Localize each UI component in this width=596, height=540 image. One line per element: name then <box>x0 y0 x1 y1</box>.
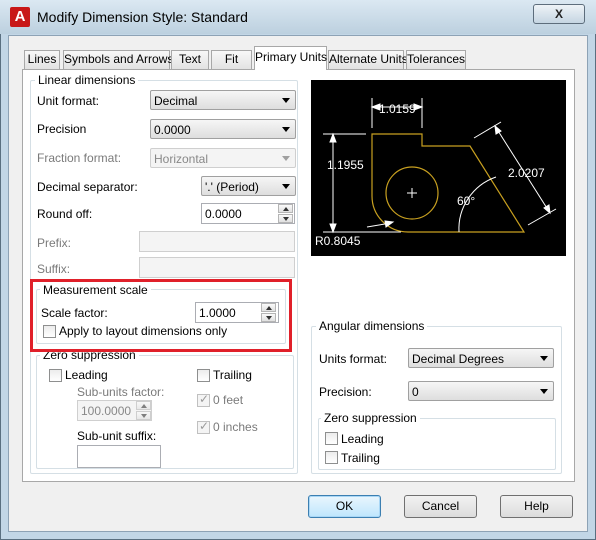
precision-value: 0.0000 <box>154 123 191 137</box>
spin-down-icon[interactable] <box>136 411 151 420</box>
angular-dimensions-label: Angular dimensions <box>316 319 428 333</box>
tab-fit[interactable]: Fit <box>211 50 252 69</box>
unit-format-label: Unit format: <box>37 94 100 108</box>
leading-label: Leading <box>65 368 108 382</box>
prefix-label: Prefix: <box>37 236 72 250</box>
dimension-preview: 1.0159 1.1955 2.0207 60° R0.8045 <box>311 80 566 256</box>
unit-format-dropdown[interactable]: Decimal <box>150 90 296 110</box>
spin-up-icon[interactable] <box>136 401 151 410</box>
chevron-down-icon <box>282 127 290 132</box>
radius-text: R0.8045 <box>315 234 361 248</box>
tab-symbols-and-arrows[interactable]: Symbols and Arrows <box>63 50 173 69</box>
round-off-label: Round off: <box>37 207 93 221</box>
angular-zero-suppression-label: Zero suppression <box>321 411 420 425</box>
checkmark-icon: ✓ <box>199 419 210 433</box>
angular-units-format-value: Decimal Degrees <box>412 352 505 366</box>
dimension-text-left: 1.1955 <box>327 158 364 172</box>
chevron-down-icon <box>282 184 290 189</box>
autocad-logo-icon: A <box>10 7 30 27</box>
angular-leading-label: Leading <box>341 432 384 446</box>
help-button[interactable]: Help <box>500 495 573 518</box>
checkmark-icon: ✓ <box>199 392 210 406</box>
tab-tolerances[interactable]: Tolerances <box>406 50 466 69</box>
zero-inches-label: 0 inches <box>213 420 258 434</box>
fraction-format-label: Fraction format: <box>37 151 122 165</box>
arrowhead <box>543 204 551 215</box>
window-title: Modify Dimension Style: Standard <box>37 9 248 25</box>
chevron-down-icon <box>540 389 548 394</box>
arrowhead <box>329 223 337 234</box>
cancel-button[interactable]: Cancel <box>404 495 477 518</box>
tab-primary-units[interactable]: Primary Units <box>254 46 327 70</box>
zero-feet-checkbox[interactable]: ✓ <box>197 392 210 407</box>
angular-units-format-dropdown[interactable]: Decimal Degrees <box>408 348 554 368</box>
angular-units-format-label: Units format: <box>319 352 388 366</box>
precision-label: Precision <box>37 122 87 136</box>
round-off-value: 0.0000 <box>205 207 242 221</box>
sub-unit-suffix-input[interactable] <box>77 445 161 468</box>
dimension-text-right: 2.0207 <box>508 166 545 180</box>
prefix-input[interactable] <box>139 231 295 252</box>
arrowhead <box>329 132 337 143</box>
ok-button[interactable]: OK <box>308 495 381 518</box>
unit-format-value: Decimal <box>154 94 198 108</box>
sub-units-factor-value: 100.0000 <box>81 404 132 418</box>
spin-up-icon[interactable] <box>278 204 293 213</box>
angular-precision-value: 0 <box>412 385 419 399</box>
suffix-label: Suffix: <box>37 262 71 276</box>
precision-dropdown[interactable]: 0.0000 <box>150 119 296 139</box>
chevron-down-icon <box>540 356 548 361</box>
extension-line <box>527 208 557 226</box>
chevron-down-icon <box>282 98 290 103</box>
decimal-separator-label: Decimal separator: <box>37 180 138 194</box>
sub-units-factor-spinner[interactable] <box>136 401 151 420</box>
preview-drawing: 1.0159 1.1955 2.0207 60° R0.8045 <box>315 98 557 248</box>
linear-dimensions-label: Linear dimensions <box>35 73 139 87</box>
angular-precision-label: Precision: <box>319 385 372 399</box>
sub-units-factor-label: Sub-units factor: <box>77 385 165 399</box>
trailing-label: Trailing <box>213 368 252 382</box>
angular-precision-dropdown[interactable]: 0 <box>408 381 554 401</box>
tab-lines[interactable]: Lines <box>24 50 60 69</box>
trailing-checkbox[interactable] <box>197 369 210 382</box>
zero-inches-checkbox[interactable]: ✓ <box>197 419 210 434</box>
decimal-separator-dropdown[interactable]: '.' (Period) <box>201 176 296 196</box>
part-outline <box>371 133 526 233</box>
dimension-text-top: 1.0159 <box>379 102 416 116</box>
chevron-down-icon <box>282 156 290 161</box>
leading-checkbox[interactable] <box>49 369 62 382</box>
spin-down-icon[interactable] <box>278 214 293 223</box>
fraction-format-value: Horizontal <box>154 152 209 166</box>
decimal-separator-value: '.' (Period) <box>205 180 259 194</box>
tab-text[interactable]: Text <box>171 50 209 69</box>
sub-unit-suffix-label: Sub-unit suffix: <box>77 429 157 443</box>
angular-trailing-checkbox[interactable] <box>325 451 338 464</box>
fraction-format-dropdown[interactable]: Horizontal <box>150 148 296 168</box>
angle-text: 60° <box>457 194 475 208</box>
tab-alternate-units[interactable]: Alternate Units <box>328 50 408 69</box>
round-off-spinner[interactable] <box>278 204 293 223</box>
arrowhead <box>494 124 502 135</box>
angular-leading-checkbox[interactable] <box>325 432 338 445</box>
highlight-box <box>30 279 292 352</box>
zero-feet-label: 0 feet <box>213 393 244 407</box>
close-button[interactable]: X <box>533 4 585 24</box>
suffix-input[interactable] <box>139 257 295 278</box>
angular-trailing-label: Trailing <box>341 451 380 465</box>
